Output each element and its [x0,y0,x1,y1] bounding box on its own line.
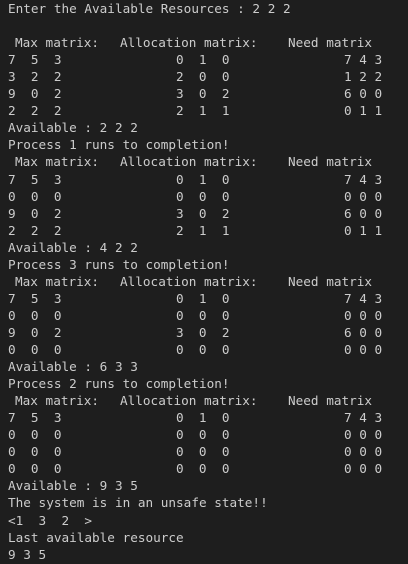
max-row: 0 0 0 [8,461,62,477]
need-row: 7 4 3 [344,290,383,306]
status-message: Process 2 runs to completion! [8,376,230,392]
max-row: 7 5 3 [8,290,62,306]
need-row: 7 4 3 [344,52,383,68]
last-available-values: 9 3 5 [8,546,47,562]
max-row: 9 0 2 [8,324,62,340]
need-row: 0 0 0 [344,342,383,357]
max-matrix-header: Max matrix: [15,393,100,409]
max-matrix-header: Max matrix: [15,35,100,51]
max-row: 7 5 3 [8,52,62,68]
allocation-row: 3 0 2 [176,205,230,221]
max-row: 0 0 0 [8,188,62,204]
need-matrix-header: Need matrix [288,154,373,170]
need-row: 0 0 0 [344,444,383,460]
allocation-row: 2 0 0 [176,69,230,85]
need-row: 6 0 0 [344,205,383,221]
status-message: Process 3 runs to completion! [8,256,230,272]
allocation-row: 3 0 2 [176,324,230,340]
max-row: 9 0 2 [8,86,62,102]
process-sequence: <1 3 2 > [8,512,93,528]
max-row: 3 2 2 [8,69,62,85]
allocation-matrix-header: Allocation matrix: [120,273,258,289]
allocation-matrix-header: Allocation matrix: [120,154,258,170]
available-line: Available : 6 3 3 [8,359,138,375]
need-row: 6 0 0 [344,86,383,102]
need-matrix-header: Need matrix [288,393,373,409]
need-row: 0 0 0 [344,307,383,323]
available-line: Available : 4 2 2 [8,239,138,255]
available-line: Available : 9 3 5 [8,478,138,494]
max-row: 2 2 2 [8,222,62,238]
max-row: 0 0 0 [8,307,62,323]
last-available-label: Last available resource [8,529,184,545]
allocation-row: 0 0 0 [176,461,230,477]
terminal-output: Enter the Available Resources : 2 2 2 Max… [0,0,408,564]
allocation-row: 3 0 2 [176,86,230,102]
prompt-line: Enter the Available Resources : 2 2 2 [8,1,291,16]
max-matrix-header: Max matrix: [15,273,100,289]
need-row: 0 1 1 [344,103,383,119]
max-row: 7 5 3 [8,410,62,426]
need-row: 7 4 3 [344,410,383,426]
max-row: 0 0 0 [8,444,62,460]
allocation-row: 2 1 1 [176,103,230,119]
allocation-row: 0 0 0 [176,188,230,204]
allocation-row: 0 1 0 [176,290,230,306]
allocation-row: 0 0 0 [176,427,230,443]
status-message: Process 1 runs to completion! [8,137,230,153]
available-line: Available : 2 2 2 [8,120,138,136]
allocation-row: 0 1 0 [176,171,230,187]
status-message: The system is in an unsafe state!! [8,495,268,511]
allocation-row: 0 0 0 [176,342,230,357]
max-row: 0 0 0 [8,342,62,357]
allocation-row: 0 1 0 [176,410,230,426]
max-row: 7 5 3 [8,171,62,187]
max-matrix-header: Max matrix: [15,154,100,170]
allocation-matrix-header: Allocation matrix: [120,35,258,51]
max-row: 9 0 2 [8,205,62,221]
need-row: 1 2 2 [344,69,383,85]
need-row: 6 0 0 [344,324,383,340]
allocation-row: 0 0 0 [176,307,230,323]
need-row: 0 0 0 [344,461,383,477]
need-row: 7 4 3 [344,171,383,187]
allocation-row: 0 0 0 [176,444,230,460]
allocation-row: 2 1 1 [176,222,230,238]
max-row: 2 2 2 [8,103,62,119]
need-row: 0 1 1 [344,222,383,238]
max-row: 0 0 0 [8,427,62,443]
need-matrix-header: Need matrix [288,273,373,289]
allocation-row: 0 1 0 [176,52,230,68]
need-matrix-header: Need matrix [288,35,373,51]
need-row: 0 0 0 [344,188,383,204]
need-row: 0 0 0 [344,427,383,443]
allocation-matrix-header: Allocation matrix: [120,393,258,409]
